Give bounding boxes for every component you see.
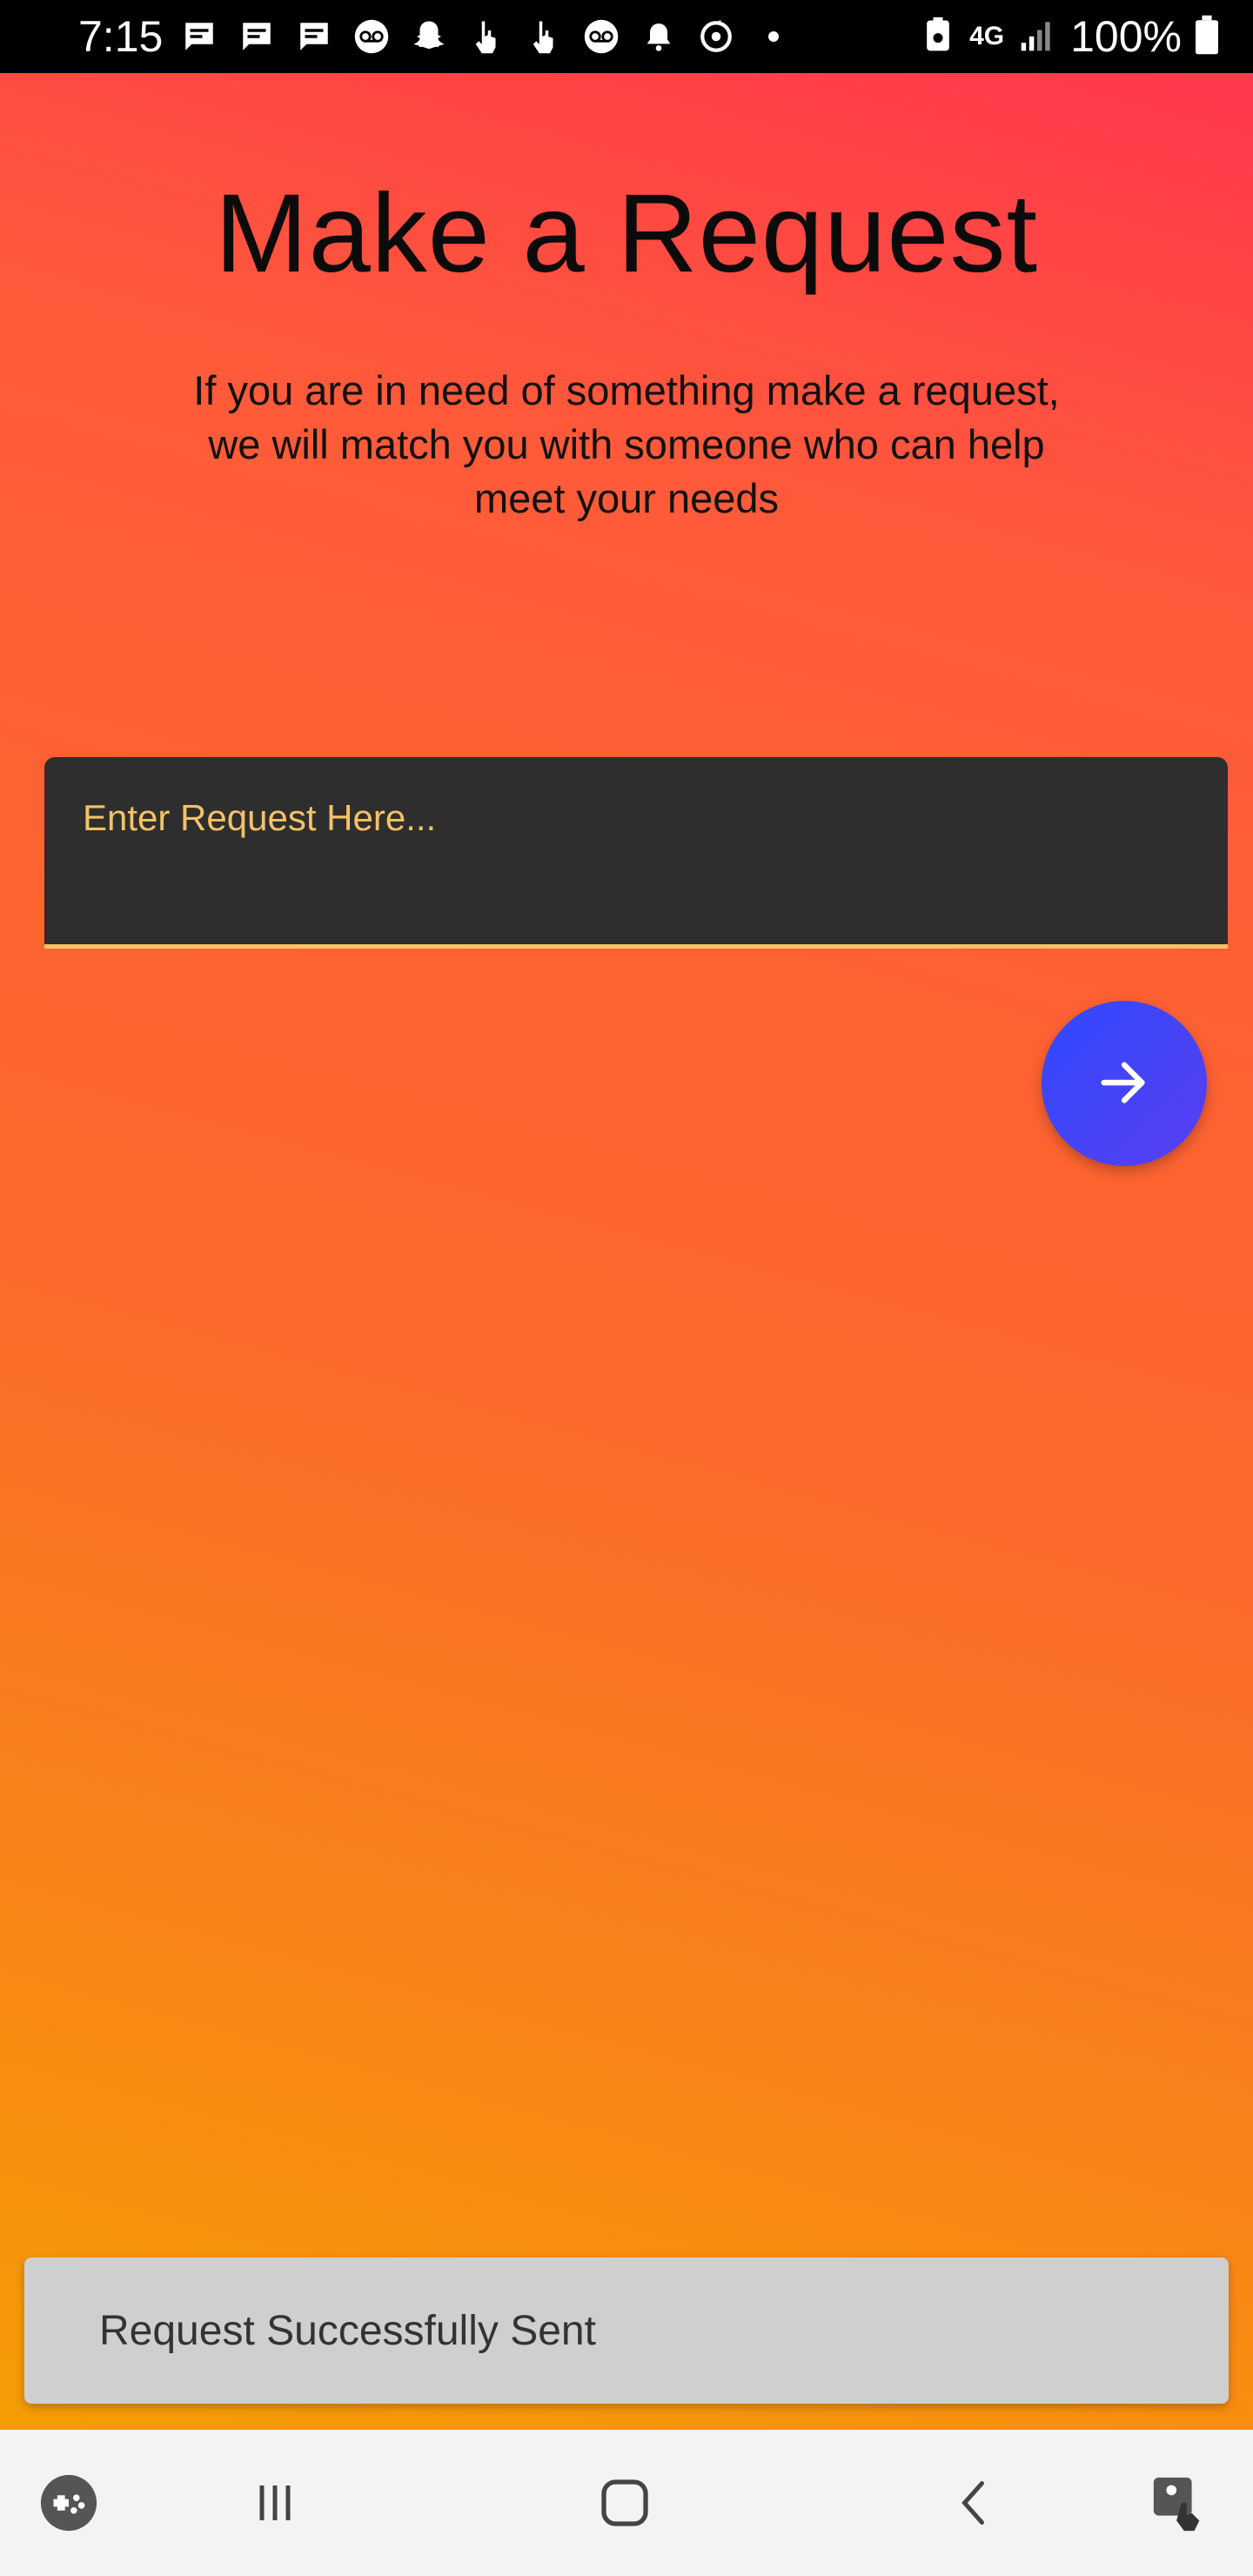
page-subtitle: If you are in need of something make a r… xyxy=(193,367,1060,521)
accessibility-icon[interactable] xyxy=(1122,2430,1236,2576)
send-request-button[interactable] xyxy=(1042,1001,1207,1166)
signal-icon xyxy=(1018,16,1056,58)
touch-icon xyxy=(525,17,563,56)
home-icon[interactable] xyxy=(568,2430,681,2576)
status-bar: 7:15 4G 100% xyxy=(0,0,1253,73)
page-title: Make a Request xyxy=(214,171,1039,296)
battery-icon xyxy=(1196,15,1218,59)
recent-apps-icon[interactable] xyxy=(218,2430,332,2576)
status-right: 4G 100% xyxy=(921,11,1218,62)
message-icon xyxy=(238,17,276,56)
touch-icon xyxy=(467,17,506,56)
dot-icon xyxy=(754,17,793,56)
arrow-right-icon xyxy=(1094,1052,1155,1116)
message-icon xyxy=(295,17,333,56)
data-saver-icon xyxy=(921,16,955,58)
battery-percentage: 100% xyxy=(1070,12,1182,61)
snackbar-message: Request Successfully Sent xyxy=(99,2307,596,2354)
voicemail-icon xyxy=(352,17,391,56)
status-time: 7:15 xyxy=(78,12,164,61)
navigation-bar xyxy=(0,2430,1253,2576)
voicemail-icon xyxy=(582,17,620,56)
snapchat-icon xyxy=(410,17,448,56)
network-type-icon: 4G xyxy=(969,22,1005,50)
message-icon xyxy=(180,17,218,56)
bell-icon xyxy=(640,17,678,56)
sync-icon xyxy=(697,17,735,56)
game-launcher-icon[interactable] xyxy=(12,2430,125,2576)
snackbar: Request Successfully Sent xyxy=(24,2257,1229,2404)
request-input[interactable] xyxy=(44,757,1228,944)
notification-icons xyxy=(180,17,793,56)
back-icon[interactable] xyxy=(919,2430,1032,2576)
request-input-container[interactable] xyxy=(44,757,1228,949)
